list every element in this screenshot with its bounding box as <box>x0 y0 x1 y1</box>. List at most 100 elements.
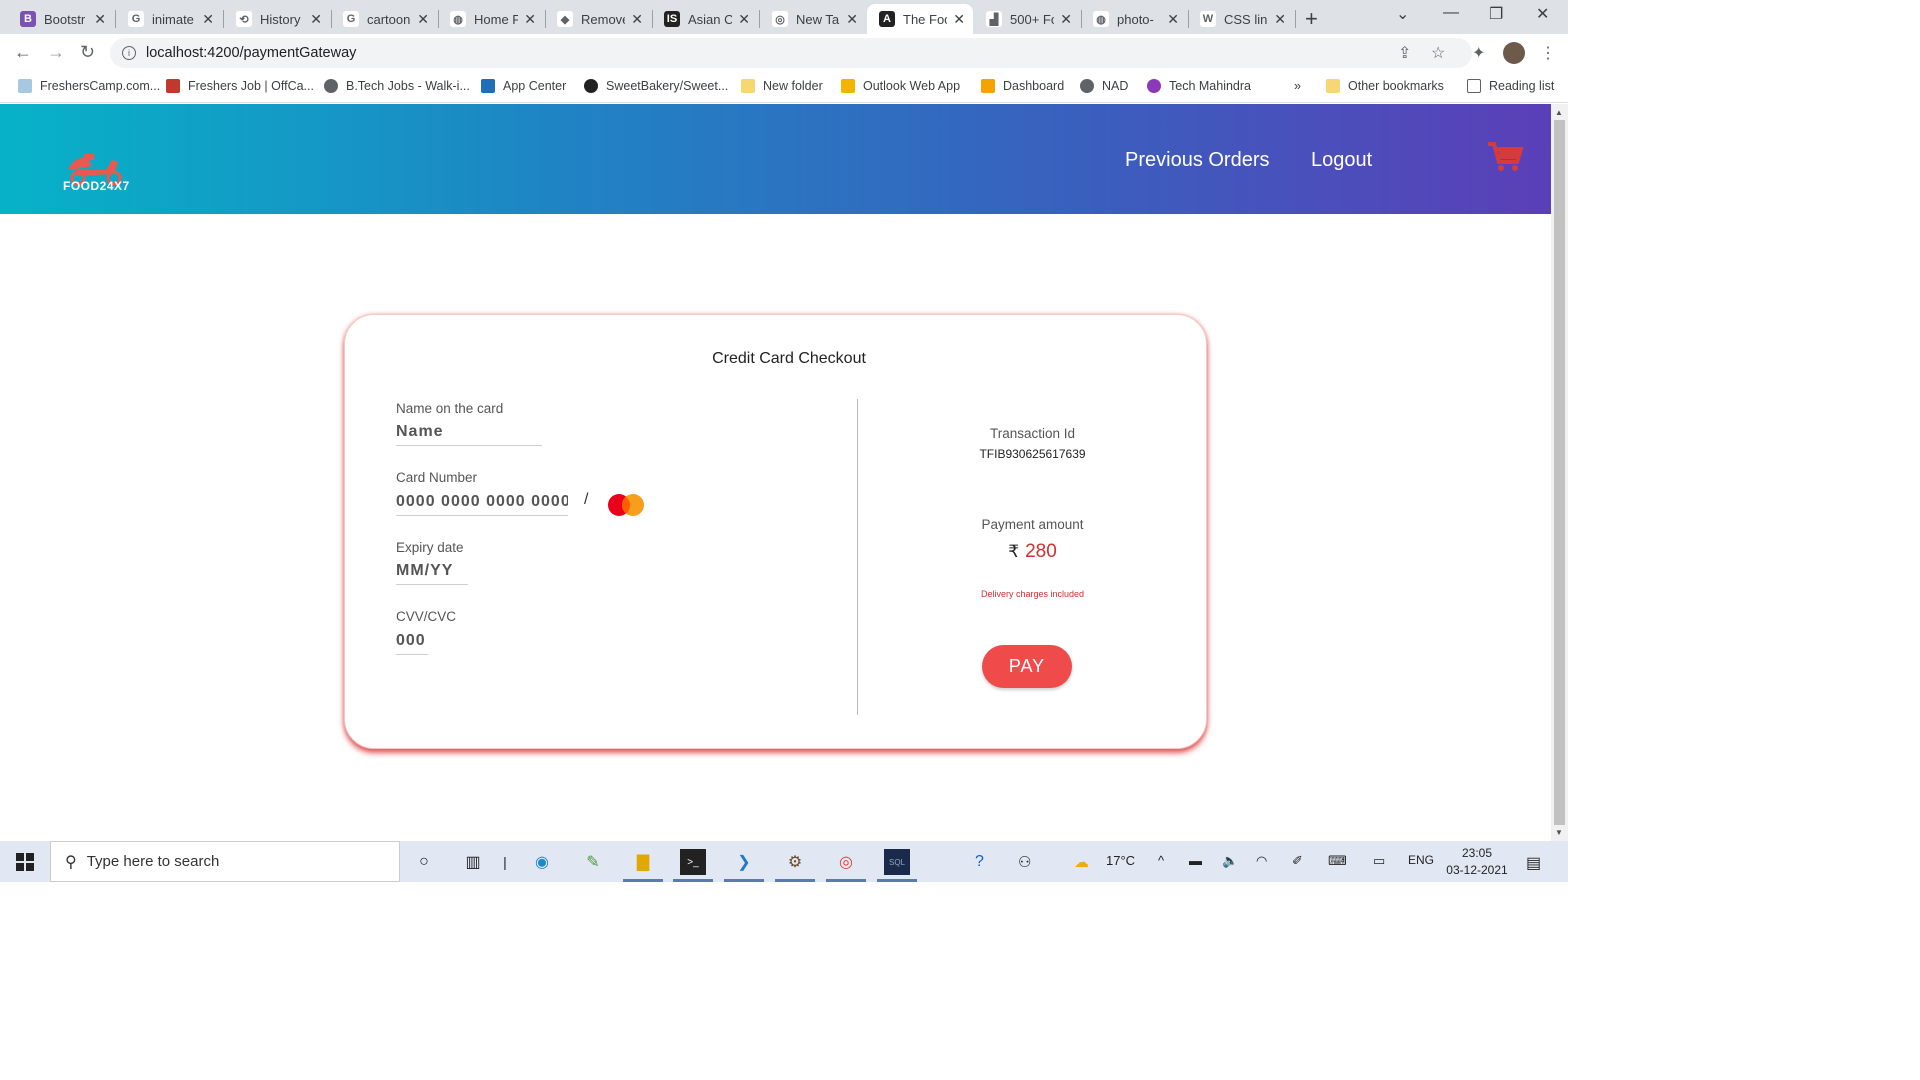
tab-close-icon[interactable]: ✕ <box>631 11 643 28</box>
taskbar-search[interactable]: ⚲ Type here to search <box>50 841 400 882</box>
url-text[interactable]: localhost:4200/paymentGateway <box>146 45 356 61</box>
site-info-icon[interactable]: i <box>122 46 136 60</box>
language-indicator[interactable]: ENG <box>1408 853 1434 867</box>
browser-tab[interactable]: ◆ Remove ✕ <box>545 4 651 34</box>
tab-close-icon[interactable]: ✕ <box>417 11 429 28</box>
file-explorer-icon[interactable]: ▇ <box>630 849 656 875</box>
logout-link[interactable]: Logout <box>1311 149 1372 172</box>
cvv-input[interactable] <box>396 630 428 655</box>
forward-arrow-icon[interactable]: → <box>47 42 65 63</box>
tab-search-chevron-icon[interactable]: ⌄ <box>1396 4 1409 24</box>
tab-close-icon[interactable]: ✕ <box>846 11 858 28</box>
new-tab-icon[interactable]: + <box>1305 6 1318 32</box>
windows-start-icon[interactable] <box>16 853 34 871</box>
keyboard-icon[interactable]: ⌨ <box>1328 853 1347 869</box>
bookmark-item[interactable]: Tech Mahindra <box>1147 79 1251 93</box>
expiry-date-input[interactable] <box>396 560 468 585</box>
paint-icon[interactable]: ✎ <box>580 849 606 875</box>
page-scrollbar[interactable]: ▲ ▼ <box>1551 104 1568 841</box>
browser-tab[interactable]: ⟲ History ✕ <box>224 4 330 34</box>
cortana-icon[interactable]: ○ <box>411 849 437 875</box>
browser-tab[interactable]: Gcartoon ✕ <box>331 4 437 34</box>
bookmark-item[interactable]: Dashboard <box>981 79 1064 93</box>
transaction-id-label: Transaction Id <box>989 426 1076 441</box>
browser-tab-label: CSS line <box>1224 11 1268 27</box>
previous-orders-link[interactable]: Previous Orders <box>1125 149 1270 172</box>
temperature-text[interactable]: 17°C <box>1106 853 1135 868</box>
browser-tab[interactable]: ◍ photo- ✕ <box>1081 4 1187 34</box>
minimize-icon[interactable]: — <box>1443 4 1459 22</box>
people-icon[interactable]: ⚇ <box>1018 853 1031 871</box>
tab-close-icon[interactable]: ✕ <box>94 11 106 28</box>
browser-tab-label: 500+ Fo <box>1010 11 1055 27</box>
bookmarks-bar: » Other bookmarks Reading list FreshersC… <box>0 72 1568 103</box>
share-icon[interactable]: ⇪ <box>1398 43 1411 63</box>
bookmark-item[interactable]: New folder <box>741 79 823 93</box>
browser-tab[interactable]: IS Asian C ✕ <box>652 4 758 34</box>
browser-tab[interactable]: ◍ Home F ✕ <box>438 4 544 34</box>
browser-tab[interactable]: B Bootstr ✕ <box>8 4 114 34</box>
taskbar-clock[interactable]: 23:05 03-12-2021 <box>1442 845 1512 879</box>
address-bar[interactable]: i localhost:4200/paymentGateway <box>110 38 1472 68</box>
display-icon[interactable]: ▭ <box>1373 853 1385 869</box>
weather-icon[interactable]: ☁ <box>1074 853 1089 871</box>
tab-close-icon[interactable]: ✕ <box>953 11 965 28</box>
pen-icon[interactable]: ✐ <box>1292 853 1303 869</box>
wifi-icon[interactable]: ◠ <box>1256 853 1267 869</box>
mysql-workbench-icon[interactable]: SQL <box>884 849 910 875</box>
tab-close-icon[interactable]: ✕ <box>310 11 322 28</box>
gear-app-icon[interactable]: ⚙ <box>782 849 808 875</box>
bookmark-item[interactable]: Outlook Web App <box>841 79 960 93</box>
scroll-up-arrow-icon[interactable]: ▲ <box>1555 108 1563 117</box>
tab-close-icon[interactable]: ✕ <box>1060 11 1072 28</box>
browser-tab[interactable]: Ginimate ✕ <box>116 4 222 34</box>
bookmark-item[interactable]: App Center <box>481 79 566 93</box>
tab-close-icon[interactable]: ✕ <box>524 11 536 28</box>
vscode-icon[interactable]: ❯ <box>731 849 757 875</box>
browser-tab[interactable]: W CSS line ✕ <box>1188 4 1294 34</box>
payment-amount: ₹280 <box>857 541 1208 563</box>
reading-list-icon <box>1467 79 1481 93</box>
name-on-card-input[interactable] <box>396 421 542 446</box>
chevron-up-icon[interactable]: ^ <box>1158 853 1164 868</box>
chrome-icon[interactable]: ◎ <box>833 849 859 875</box>
card-number-input[interactable] <box>396 491 568 516</box>
back-arrow-icon[interactable]: ← <box>14 42 32 63</box>
browser-tab[interactable]: ◎ New Tal ✕ <box>760 4 866 34</box>
extensions-puzzle-icon[interactable]: ✦ <box>1472 43 1485 63</box>
browser-tab[interactable]: A The Foc ✕ <box>867 4 973 34</box>
reading-list-button[interactable]: Reading list <box>1467 79 1554 93</box>
more-bookmarks-button[interactable]: » <box>1294 79 1301 93</box>
bookmark-item[interactable]: NAD <box>1080 79 1128 93</box>
scroll-down-arrow-icon[interactable]: ▼ <box>1555 828 1563 837</box>
edge-icon[interactable]: ◉ <box>529 849 555 875</box>
browser-tabstrip: B Bootstr ✕ Ginimate ✕ ⟲ History ✕ Gcartoon ✕ ◍ Hom… <box>0 0 1568 34</box>
browser-tab[interactable]: ▟ 500+ Fo ✕ <box>974 4 1080 34</box>
close-window-icon[interactable]: ✕ <box>1536 4 1549 24</box>
tab-close-icon[interactable]: ✕ <box>1274 11 1286 28</box>
bookmark-item[interactable]: B.Tech Jobs - Walk-i... <box>324 79 470 93</box>
outlook-icon <box>841 79 855 93</box>
cart-icon[interactable] <box>1486 140 1524 174</box>
logo-text: FOOD24X7 <box>63 179 130 193</box>
pay-button[interactable]: PAY <box>982 645 1072 688</box>
kebab-menu-icon[interactable]: ⋮ <box>1540 43 1556 63</box>
notification-icon[interactable]: ▤ <box>1526 853 1541 873</box>
volume-icon[interactable]: 🔈 <box>1222 853 1238 869</box>
other-bookmarks-folder[interactable]: Other bookmarks <box>1326 79 1444 93</box>
maximize-icon[interactable]: ❐ <box>1489 4 1503 24</box>
tab-close-icon[interactable]: ✕ <box>1167 11 1179 28</box>
bookmark-star-icon[interactable]: ☆ <box>1431 43 1445 63</box>
battery-icon[interactable]: ▬ <box>1189 853 1202 868</box>
task-view-icon[interactable]: ▥ <box>460 849 486 875</box>
bookmark-item[interactable]: FreshersCamp.com... <box>18 79 160 93</box>
bookmark-item[interactable]: SweetBakery/Sweet... <box>584 79 728 93</box>
help-icon[interactable]: ? <box>975 853 984 871</box>
reload-icon[interactable]: ↻ <box>80 42 95 63</box>
tab-close-icon[interactable]: ✕ <box>738 11 750 28</box>
terminal-icon[interactable]: >_ <box>680 849 706 875</box>
bookmark-item[interactable]: Freshers Job | OffCa... <box>166 79 314 93</box>
scrollbar-thumb[interactable] <box>1554 120 1565 825</box>
tab-close-icon[interactable]: ✕ <box>202 11 214 28</box>
profile-avatar[interactable] <box>1503 42 1525 64</box>
